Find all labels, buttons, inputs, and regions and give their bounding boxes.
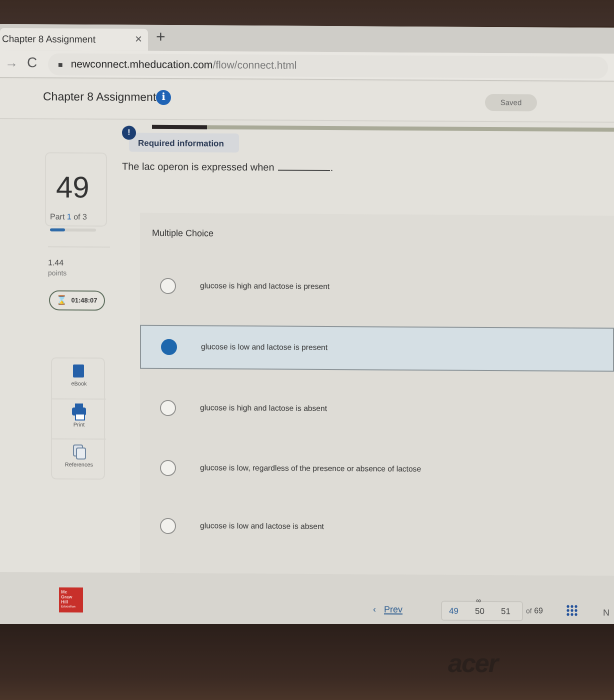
saved-status-badge: Saved [485, 93, 537, 112]
page-number-current[interactable]: 49 [449, 606, 458, 616]
radio-button[interactable] [160, 459, 176, 477]
link-icon: ∞ [476, 597, 481, 605]
answer-option-text: glucose is high and lactose is absent [200, 403, 327, 413]
question-number: 49 [56, 171, 90, 205]
lock-icon: ■ [58, 59, 63, 69]
part-of: of 3 [73, 212, 87, 222]
points-label: points [48, 270, 67, 278]
references-label: References [64, 462, 94, 469]
prev-label: Prev [384, 604, 403, 615]
multiple-choice-area: Multiple Choice glucose is high and lact… [140, 212, 614, 576]
timer-value: 01:48:07 [71, 296, 98, 305]
info-icon[interactable]: i [156, 89, 171, 106]
references-button[interactable]: References [52, 438, 106, 479]
assignment-title: Chapter 8 Assignment [43, 91, 157, 104]
total-pages: 69 [534, 606, 543, 616]
answer-option[interactable]: glucose is high and lactose is present [140, 265, 614, 312]
points-value: 1.44 [48, 258, 64, 268]
close-tab-icon[interactable]: × [135, 32, 142, 46]
chevron-left-icon: ‹ [373, 604, 376, 615]
new-tab-button[interactable]: + [156, 29, 165, 47]
assignment-footer: Mc Graw Hill Education ‹ Prev ∞ 49 50 51 … [0, 572, 614, 628]
tools-panel: eBook Print References [51, 357, 106, 480]
url-input[interactable]: ■ newconnect.mheducation.com /flow/conne… [48, 53, 608, 79]
references-icon [73, 444, 83, 457]
browser-tab-strip: Chapter 8 Assignment × + [0, 24, 614, 54]
prompt-end: . [330, 163, 334, 175]
question-pager: ∞ 49 50 51 [441, 597, 523, 622]
reload-icon[interactable]: C [27, 54, 37, 70]
radio-button[interactable] [160, 277, 176, 295]
answer-option[interactable]: glucose is high and lactose is absent [140, 387, 614, 434]
hourglass-icon: ⌛ [56, 294, 68, 305]
next-button[interactable]: N [603, 608, 610, 618]
part-progress-bar [50, 228, 96, 232]
browser-tab[interactable]: Chapter 8 Assignment × [0, 28, 148, 51]
answer-blank [278, 169, 331, 172]
laptop-bezel-bottom [0, 624, 614, 700]
answer-option-text: glucose is low, regardless of the presen… [200, 463, 422, 474]
question-type-label: Multiple Choice [152, 227, 214, 239]
of-label: of [526, 608, 532, 616]
url-path: /flow/connect.html [212, 59, 297, 72]
divider [48, 246, 110, 248]
print-label: Print [73, 422, 85, 429]
grid-view-icon[interactable] [566, 604, 578, 617]
question-prompt: The lac operon is expressed when. [122, 162, 333, 174]
assignment-progress-bar [152, 124, 614, 132]
url-host: newconnect.mheducation.com [70, 58, 213, 72]
forward-arrow-icon[interactable]: → [5, 55, 18, 70]
required-information-banner[interactable]: Required information [129, 132, 239, 153]
part-prefix: Part [50, 212, 65, 222]
timer-badge: ⌛ 01:48:07 [49, 290, 105, 311]
assignment-progress-fill [152, 124, 208, 130]
logo-line: Education [61, 604, 76, 609]
radio-button[interactable] [160, 517, 176, 535]
part-indicator: Part 1 of 3 [50, 212, 87, 221]
ebook-button[interactable]: eBook [52, 358, 106, 398]
answer-option-text: glucose is high and lactose is present [200, 281, 330, 292]
answer-option[interactable]: glucose is low and lactose is present [140, 324, 614, 372]
ebook-icon [73, 364, 84, 378]
mcgraw-hill-logo: Mc Graw Hill Education [59, 587, 83, 613]
laptop-brand-logo: acer [448, 648, 498, 678]
address-bar-row: → C ■ newconnect.mheducation.com /flow/c… [0, 50, 614, 82]
page-number[interactable]: 50 [475, 606, 484, 616]
radio-button[interactable] [161, 338, 177, 356]
laptop-bezel-top [0, 0, 614, 26]
answer-option[interactable]: glucose is low and lactose is absent [140, 505, 614, 552]
answer-option-text: glucose is low and lactose is absent [200, 521, 324, 531]
print-icon [72, 407, 86, 416]
print-button[interactable]: Print [52, 398, 106, 439]
required-information-label: Required information [138, 137, 224, 149]
radio-button[interactable] [160, 399, 176, 417]
tab-title: Chapter 8 Assignment [2, 33, 96, 46]
screen: Chapter 8 Assignment × + → C ■ newconnec… [0, 24, 614, 628]
ebook-label: eBook [71, 381, 87, 388]
assignment-header: Chapter 8 Assignment i Saved [0, 79, 614, 123]
alert-icon: ! [122, 125, 136, 140]
question-prompt-text: The lac operon is expressed when [122, 161, 275, 174]
answer-option[interactable]: glucose is low, regardless of the presen… [140, 447, 614, 494]
page-total: of 69 [526, 606, 543, 615]
answer-option-text: glucose is low and lactose is present [201, 342, 328, 353]
part-current: 1 [66, 212, 72, 222]
page-number[interactable]: 51 [501, 606, 510, 616]
part-progress-fill [50, 228, 66, 232]
prev-button[interactable]: ‹ Prev [373, 604, 403, 614]
